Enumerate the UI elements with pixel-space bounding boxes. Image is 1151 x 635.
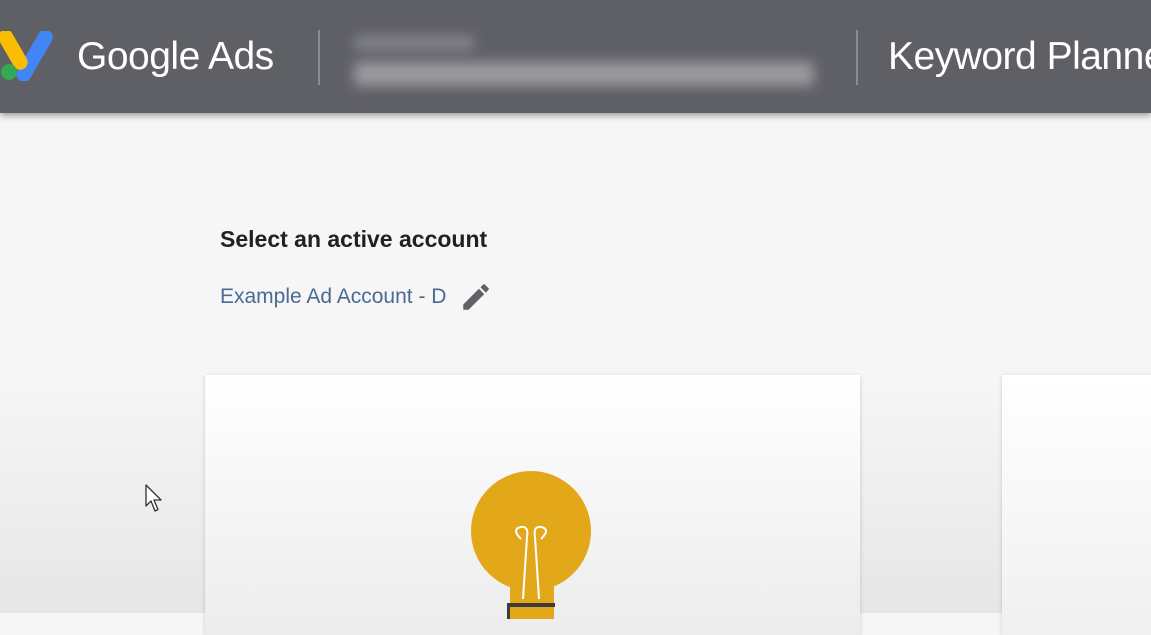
active-account-row: Example Ad Account - D	[220, 280, 494, 314]
brand-title[interactable]: Google Ads	[77, 30, 274, 84]
active-account-name[interactable]: Example Ad Account - D	[220, 285, 446, 309]
redacted-account-line	[354, 62, 814, 86]
pencil-icon	[463, 284, 490, 310]
mouse-cursor-icon	[145, 484, 162, 512]
top-app-bar: Google Ads Keyword Planne	[0, 0, 1151, 113]
header-divider	[856, 30, 858, 85]
section-title: Select an active account	[220, 226, 488, 252]
page-tool-title: Keyword Planne	[888, 35, 1151, 78]
google-ads-logo-icon[interactable]	[0, 31, 56, 81]
header-divider	[318, 30, 320, 85]
redacted-account-line	[354, 36, 474, 50]
discover-keywords-card[interactable]	[205, 375, 860, 635]
edit-account-button[interactable]	[458, 279, 494, 315]
get-search-volume-card[interactable]	[1002, 375, 1151, 635]
lightbulb-icon	[471, 471, 591, 619]
account-switcher-redacted[interactable]	[348, 18, 828, 108]
